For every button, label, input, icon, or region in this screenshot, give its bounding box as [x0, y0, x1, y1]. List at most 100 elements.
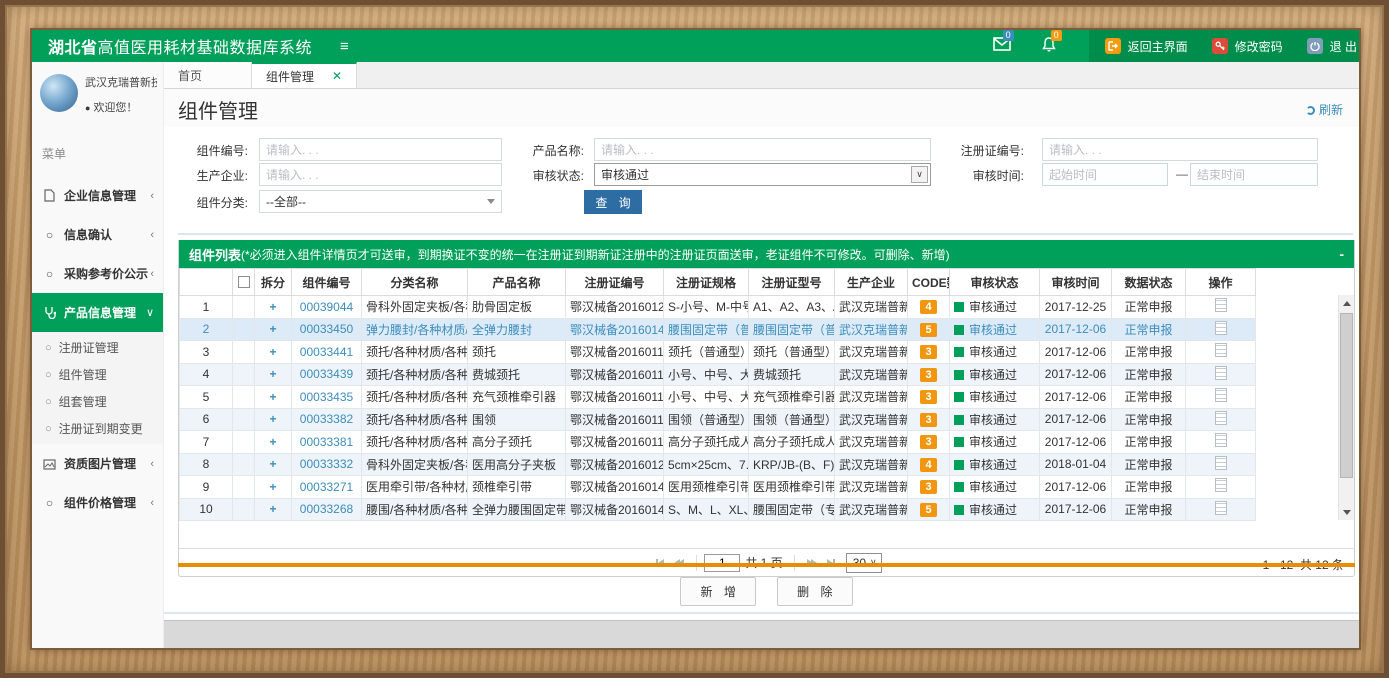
cell-operation[interactable]	[1186, 453, 1256, 476]
cell-split[interactable]: +	[255, 453, 292, 476]
expand-row-icon[interactable]: +	[269, 412, 276, 426]
submenu-item-kit-management[interactable]: ○组套管理	[32, 388, 163, 415]
change-password-button[interactable]: 修改密码	[1212, 38, 1283, 55]
cell-operation[interactable]	[1186, 318, 1256, 341]
col-checkbox[interactable]	[233, 269, 255, 296]
expand-row-icon[interactable]: +	[269, 435, 276, 449]
document-icon[interactable]	[1215, 321, 1227, 335]
cell-code[interactable]: 00033332	[292, 453, 362, 476]
add-button[interactable]: 新 增	[680, 577, 755, 606]
table-row[interactable]: 7+00033381颈托/各种材质/各种规格高分子颈托鄂汉械备2016011高分…	[180, 431, 1256, 454]
table-row[interactable]: 8+00033332骨科外固定夹板/各种材质医用高分子夹板鄂汉械备2016012…	[180, 453, 1256, 476]
collapse-button[interactable]: -	[1339, 246, 1344, 262]
cell-code[interactable]: 00033439	[292, 363, 362, 386]
document-icon[interactable]	[1215, 456, 1227, 470]
expand-row-icon[interactable]: +	[269, 345, 276, 359]
document-icon[interactable]	[1215, 478, 1227, 492]
audit-time-end-input[interactable]	[1190, 163, 1318, 186]
cell-operation[interactable]	[1186, 341, 1256, 364]
expand-row-icon[interactable]: +	[269, 322, 276, 336]
document-icon[interactable]	[1215, 433, 1227, 447]
sidebar-item-purchase-ref-price[interactable]: ○ 采购参考价公示 ‹	[32, 254, 163, 293]
cell-code[interactable]: 00033382	[292, 408, 362, 431]
expand-row-icon[interactable]: +	[269, 480, 276, 494]
scrollbar-thumb[interactable]	[1340, 313, 1353, 478]
product-name-input[interactable]	[594, 138, 931, 161]
cell-split[interactable]: +	[255, 341, 292, 364]
tab-component-management[interactable]: 组件管理 ✕	[252, 62, 357, 88]
scroll-up-icon[interactable]	[1339, 295, 1355, 311]
component-code-link[interactable]: 00033381	[300, 435, 353, 449]
logout-button[interactable]: 退 出	[1307, 38, 1357, 55]
component-code-link[interactable]: 00033382	[300, 412, 353, 426]
mail-icon[interactable]: 0	[993, 37, 1011, 55]
table-row[interactable]: 5+00033435颈托/各种材质/各种规格充气颈椎牵引器鄂汉械备2016011…	[180, 386, 1256, 409]
component-code-input[interactable]	[259, 138, 502, 161]
cell-operation[interactable]	[1186, 386, 1256, 409]
cell-split[interactable]: +	[255, 318, 292, 341]
audit-time-start-input[interactable]	[1042, 163, 1168, 186]
sidebar-item-qualification-images[interactable]: 资质图片管理 ‹	[32, 444, 163, 483]
component-code-link[interactable]: 00033441	[300, 345, 353, 359]
bell-icon[interactable]: 0	[1041, 37, 1059, 55]
cell-split[interactable]: +	[255, 386, 292, 409]
hamburger-menu-icon[interactable]: ≡	[340, 38, 349, 55]
cert-no-input[interactable]	[1042, 138, 1318, 161]
document-icon[interactable]	[1215, 343, 1227, 357]
expand-row-icon[interactable]: +	[269, 457, 276, 471]
table-row[interactable]: 2+00033450弹力腰封/各种材质/各种全弹力腰封鄂汉械备2016014腰围…	[180, 318, 1256, 341]
submenu-item-component-management[interactable]: ○组件管理	[32, 361, 163, 388]
select-all-checkbox[interactable]	[238, 276, 250, 288]
cell-code[interactable]: 00039044	[292, 296, 362, 319]
sidebar-item-product-info[interactable]: 产品信息管理 ∨	[32, 293, 163, 332]
category-select[interactable]: --全部--	[259, 190, 502, 213]
cell-operation[interactable]	[1186, 476, 1256, 499]
cell-operation[interactable]	[1186, 408, 1256, 431]
document-icon[interactable]	[1215, 411, 1227, 425]
document-icon[interactable]	[1215, 501, 1227, 515]
table-row[interactable]: 9+00033271医用牵引带/各种材质/各颈椎牵引带鄂汉械备2016014医用…	[180, 476, 1256, 499]
document-icon[interactable]	[1215, 366, 1227, 380]
cell-code[interactable]: 00033381	[292, 431, 362, 454]
cell-operation[interactable]	[1186, 296, 1256, 319]
document-icon[interactable]	[1215, 388, 1227, 402]
manufacturer-input[interactable]	[259, 163, 502, 186]
return-main-button[interactable]: 返回主界面	[1105, 38, 1188, 55]
table-row[interactable]: 1+00039044骨科外固定夹板/各种材质肋骨固定板鄂汉械备2016012S-…	[180, 296, 1256, 319]
cell-split[interactable]: +	[255, 498, 292, 521]
select-arrow-icon[interactable]: ∨	[911, 166, 928, 183]
cell-code[interactable]: 00033441	[292, 341, 362, 364]
cell-split[interactable]: +	[255, 431, 292, 454]
sidebar-item-info-confirm[interactable]: ○ 信息确认 ‹	[32, 215, 163, 254]
refresh-button[interactable]: 刷新	[1306, 101, 1343, 118]
vertical-scrollbar[interactable]	[1338, 295, 1354, 520]
table-row[interactable]: 4+00033439颈托/各种材质/各种规格费城颈托鄂汉械备2016011小号、…	[180, 363, 1256, 386]
expand-row-icon[interactable]: +	[269, 502, 276, 516]
table-row[interactable]: 6+00033382颈托/各种材质/各种规格围领鄂汉械备2016011围领（普通…	[180, 408, 1256, 431]
cell-split[interactable]: +	[255, 363, 292, 386]
component-code-link[interactable]: 00039044	[300, 300, 353, 314]
table-row[interactable]: 10+00033268腰围/各种材质/各种规格全弹力腰围固定带鄂汉械备20160…	[180, 498, 1256, 521]
sidebar-item-component-price[interactable]: ○ 组件价格管理 ‹	[32, 483, 163, 522]
cell-operation[interactable]	[1186, 498, 1256, 521]
expand-row-icon[interactable]: +	[269, 300, 276, 314]
cell-code[interactable]: 00033271	[292, 476, 362, 499]
submenu-item-cert-expiry-change[interactable]: ○注册证到期变更	[32, 415, 163, 442]
scroll-down-icon[interactable]	[1339, 504, 1355, 520]
component-code-link[interactable]: 00033439	[300, 367, 353, 381]
sidebar-item-enterprise-info[interactable]: 企业信息管理 ‹	[32, 176, 163, 215]
delete-button[interactable]: 删 除	[777, 577, 852, 606]
tab-close-icon[interactable]: ✕	[332, 69, 342, 83]
component-code-link[interactable]: 00033271	[300, 480, 353, 494]
cell-split[interactable]: +	[255, 408, 292, 431]
component-code-link[interactable]: 00033435	[300, 390, 353, 404]
query-button[interactable]: 查 询	[584, 190, 642, 214]
component-code-link[interactable]: 00033268	[300, 502, 353, 516]
cell-split[interactable]: +	[255, 476, 292, 499]
expand-row-icon[interactable]: +	[269, 367, 276, 381]
cell-operation[interactable]	[1186, 431, 1256, 454]
component-code-link[interactable]: 00033332	[300, 457, 353, 471]
cell-code[interactable]: 00033450	[292, 318, 362, 341]
cell-split[interactable]: +	[255, 296, 292, 319]
audit-status-select[interactable]: 审核通过 ∨	[594, 163, 931, 186]
